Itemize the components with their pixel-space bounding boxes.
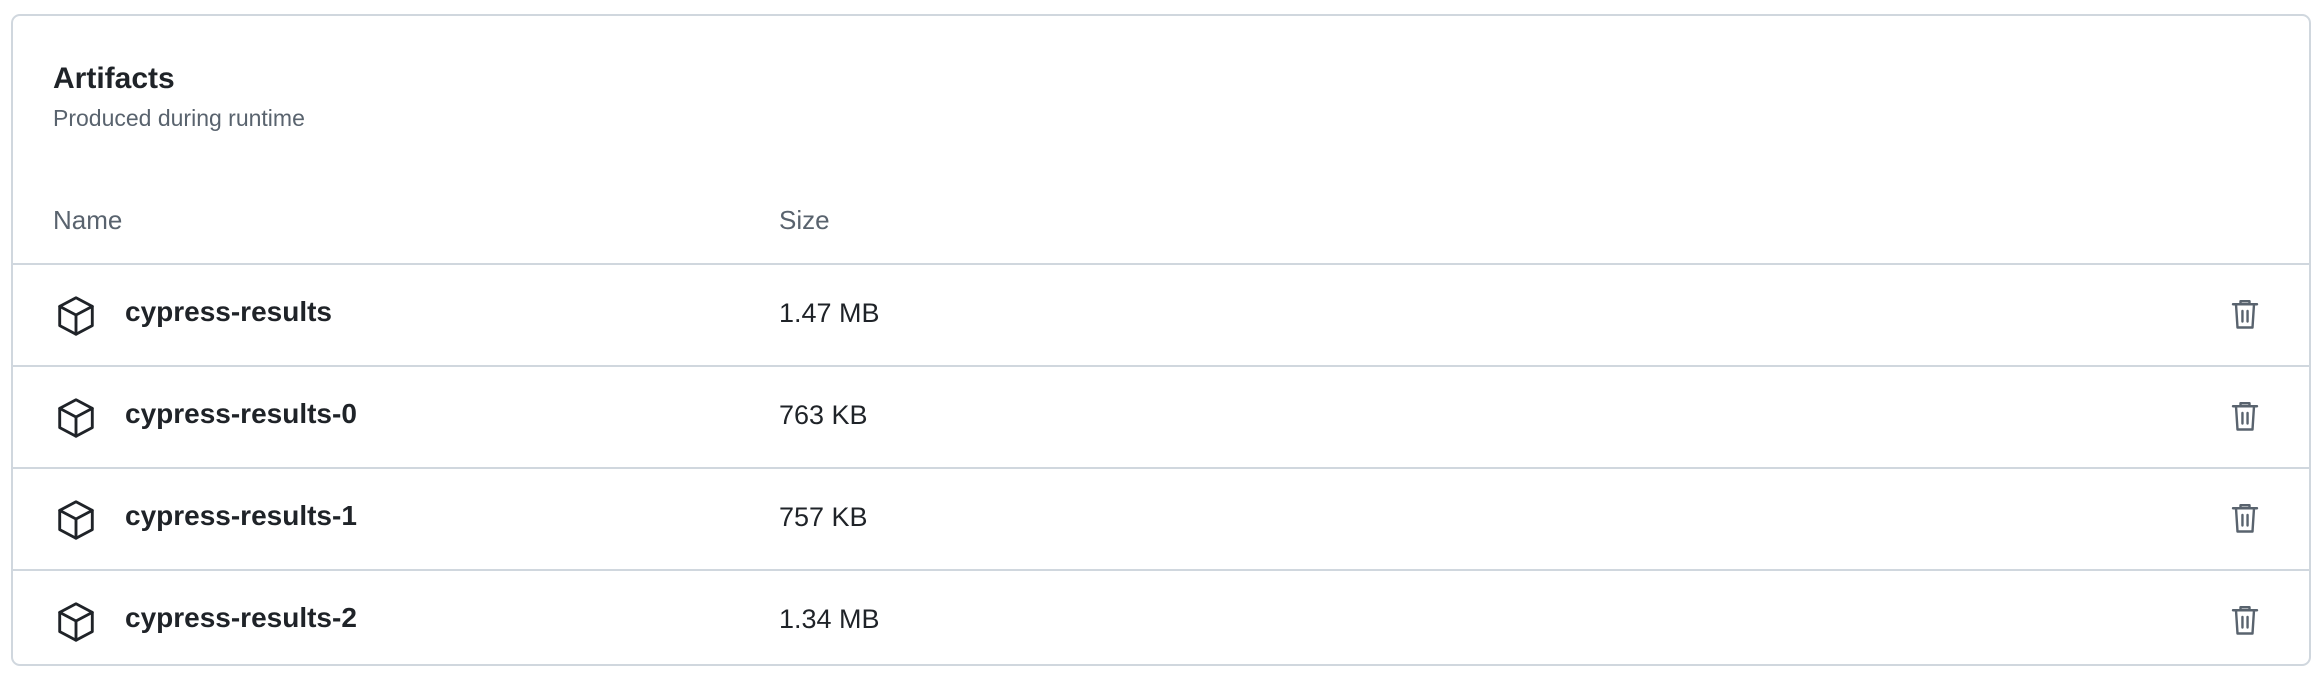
delete-artifact-button[interactable] bbox=[2221, 495, 2269, 543]
artifact-name-link[interactable]: cypress-results-2 bbox=[125, 602, 357, 634]
artifact-size: 757 KB bbox=[779, 502, 868, 532]
artifacts-header: Artifacts Produced during runtime bbox=[53, 61, 305, 133]
trash-icon bbox=[2230, 603, 2260, 640]
package-icon bbox=[53, 395, 99, 441]
delete-artifact-button[interactable] bbox=[2221, 393, 2269, 441]
column-header-name: Name bbox=[53, 205, 123, 235]
delete-artifact-button[interactable] bbox=[2221, 291, 2269, 339]
artifact-name-link[interactable]: cypress-results bbox=[125, 296, 332, 328]
artifact-size: 1.34 MB bbox=[779, 604, 880, 634]
artifact-row: cypress-results 1.47 MB bbox=[13, 265, 2309, 367]
section-subtitle: Produced during runtime bbox=[53, 105, 305, 131]
package-icon bbox=[53, 497, 99, 543]
artifact-size: 1.47 MB bbox=[779, 298, 880, 328]
package-icon bbox=[53, 599, 99, 645]
artifact-row: cypress-results-1 757 KB bbox=[13, 469, 2309, 571]
table-header: Name Size bbox=[13, 191, 2309, 265]
trash-icon bbox=[2230, 399, 2260, 436]
package-icon bbox=[53, 293, 99, 339]
artifact-name-link[interactable]: cypress-results-1 bbox=[125, 500, 357, 532]
artifact-list: cypress-results 1.47 MB cypress-results-… bbox=[13, 265, 2309, 664]
artifact-row: cypress-results-2 1.34 MB bbox=[13, 571, 2309, 664]
artifact-row: cypress-results-0 763 KB bbox=[13, 367, 2309, 469]
section-title: Artifacts bbox=[53, 62, 175, 95]
trash-icon bbox=[2230, 297, 2260, 334]
artifact-name-link[interactable]: cypress-results-0 bbox=[125, 398, 357, 430]
delete-artifact-button[interactable] bbox=[2221, 597, 2269, 645]
column-header-size: Size bbox=[779, 205, 830, 235]
artifact-size: 763 KB bbox=[779, 400, 868, 430]
trash-icon bbox=[2230, 501, 2260, 538]
artifacts-panel: Artifacts Produced during runtime Name S… bbox=[11, 14, 2311, 666]
